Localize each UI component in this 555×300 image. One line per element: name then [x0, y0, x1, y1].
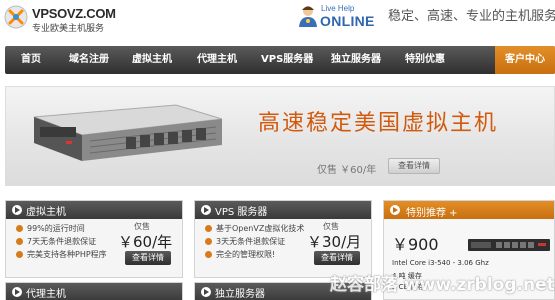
- promo-title: 特别推荐 +: [406, 208, 458, 219]
- banner-details-button[interactable]: 查看详情: [388, 158, 440, 174]
- online-label: ONLINE: [320, 13, 375, 29]
- hosting-panel-header: 虚拟主机: [6, 201, 182, 219]
- dedicated-panel-title: 独立服务器: [215, 289, 265, 300]
- promo-spec-cpu: Intel Core i3-540 - 3.06 Ghz: [392, 259, 489, 267]
- nav-item-home[interactable]: 首页: [21, 46, 41, 74]
- banner-price: 仅售 ￥60/年: [317, 165, 377, 176]
- arrow-right-icon: [201, 287, 211, 297]
- feature-item: 7天无条件退款保证: [16, 236, 96, 247]
- hosting-panel-title: 虚拟主机: [26, 207, 66, 218]
- arrow-right-icon: [201, 205, 211, 215]
- hosting-panel: 虚拟主机 99%的运行时间 7天无条件退款保证 完美支持各种PHP程序 仅售 ￥…: [5, 200, 183, 278]
- live-help-online[interactable]: Live Help ONLINE: [298, 3, 378, 33]
- promo-header[interactable]: 特别推荐 +: [384, 201, 554, 219]
- feature-item: 基于OpenVZ虚拟化技术: [205, 223, 304, 234]
- header: VPSOVZ.COM 专业欧美主机服务 Live Help ONLINE 稳定、…: [0, 0, 555, 42]
- support-agent-icon: [299, 6, 317, 27]
- vps-price: ￥30/月: [307, 233, 362, 251]
- banner-title: 高速稳定美国虚拟主机: [258, 111, 499, 136]
- nav-item-vps[interactable]: VPS服务器: [261, 46, 313, 74]
- vps-panel-header: VPS 服务器: [195, 201, 371, 219]
- watermark: 赵容部落 www.zrblog.net: [330, 275, 555, 295]
- bullet-icon: [16, 225, 23, 232]
- client-center-label: 客户中心: [505, 54, 545, 65]
- nav-item-hosting[interactable]: 虚拟主机: [132, 46, 172, 74]
- vps-panel: VPS 服务器 基于OpenVZ虚拟化技术 3天无条件退款保证 完全的管理权限!…: [194, 200, 372, 278]
- live-help-label: Live Help: [321, 4, 355, 13]
- bullet-icon: [205, 238, 212, 245]
- hosting-details-button[interactable]: 查看详情: [125, 251, 171, 265]
- reseller-panel-header: 代理主机: [6, 283, 182, 300]
- arrow-right-icon: [12, 205, 22, 215]
- site-logo[interactable]: VPSOVZ.COM 专业欧美主机服务: [4, 3, 124, 37]
- nav-item-reseller[interactable]: 代理主机: [197, 46, 237, 74]
- nav-item-specials[interactable]: 特别优惠: [405, 46, 445, 74]
- promo-price: ￥900: [392, 235, 439, 254]
- hosting-price: ￥60/年: [118, 233, 173, 251]
- nav-item-dedicated[interactable]: 独立服务器: [331, 46, 381, 74]
- logo-subtitle: 专业欧美主机服务: [32, 24, 105, 34]
- vps-details-button[interactable]: 查看详情: [314, 251, 360, 265]
- arrow-right-icon: [12, 287, 22, 297]
- server-image: [33, 104, 223, 161]
- slogan: 稳定、高速、专业的主机服务!: [388, 9, 555, 24]
- hero-banner: 高速稳定美国虚拟主机 仅售 ￥60/年 查看详情: [5, 86, 555, 186]
- feature-item: 完全的管理权限!: [205, 249, 275, 260]
- bullet-icon: [205, 225, 212, 232]
- vps-panel-title: VPS 服务器: [215, 207, 268, 218]
- arrow-right-icon: [390, 205, 400, 215]
- main-nav: 首页 域名注册 虚拟主机 代理主机 VPS服务器 独立服务器 特别优惠 客户中心: [5, 46, 555, 74]
- reseller-panel: 代理主机: [5, 282, 183, 300]
- feature-item: 99%的运行时间: [16, 223, 85, 234]
- nav-item-client-center[interactable]: 客户中心: [495, 46, 555, 74]
- nav-item-domain[interactable]: 域名注册: [69, 46, 109, 74]
- reseller-panel-title: 代理主机: [26, 289, 66, 300]
- feature-item: 完美支持各种PHP程序: [16, 249, 107, 260]
- bullet-icon: [16, 238, 23, 245]
- bullet-icon: [16, 251, 23, 258]
- rack-server-image: [468, 239, 550, 251]
- logo-text: VPSOVZ.COM: [32, 6, 116, 21]
- feature-item: 3天无条件退款保证: [205, 236, 285, 247]
- bullet-icon: [205, 251, 212, 258]
